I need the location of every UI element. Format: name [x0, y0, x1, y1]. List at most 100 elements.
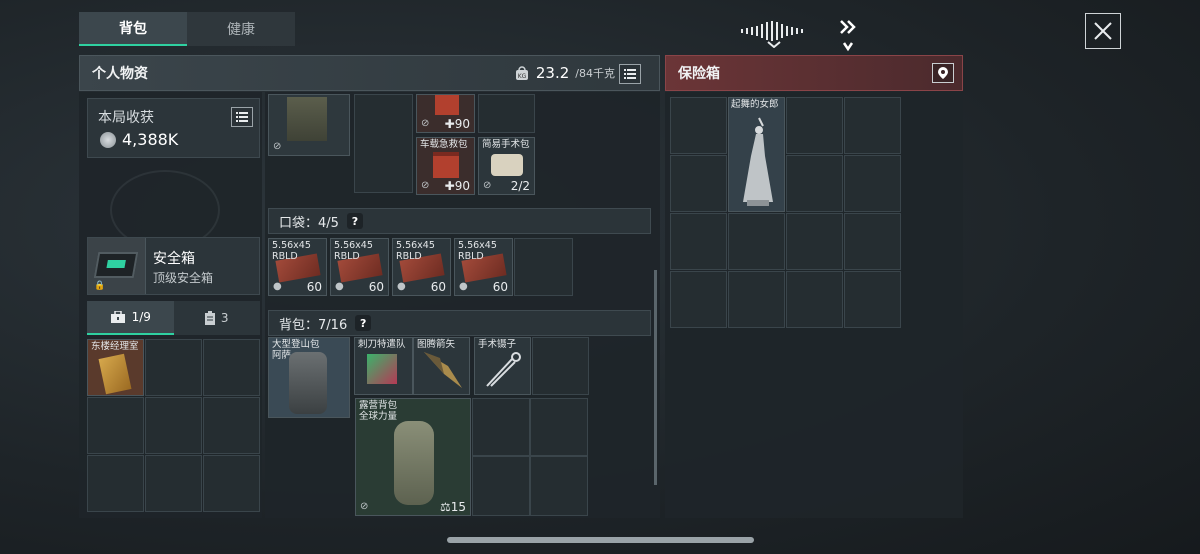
pocket-label: 口袋：	[279, 215, 319, 231]
safe-slot[interactable]	[786, 97, 843, 154]
ammo-label: 5.56x45 RBLD	[396, 240, 435, 262]
surgery-kit-icon	[491, 154, 523, 176]
ammo-item[interactable]: 5.56x45 RBLD ● 60	[268, 238, 327, 296]
keycard-slot[interactable]	[145, 339, 202, 396]
no-insure-icon: ⊘	[421, 180, 430, 191]
safe-slot[interactable]	[786, 213, 843, 270]
keycard-slot[interactable]	[203, 455, 260, 512]
keycard-slot[interactable]	[87, 455, 144, 512]
safebox-subtitle: 顶级安全箱	[153, 271, 214, 285]
backpack-slot-empty[interactable]	[472, 398, 530, 456]
ammo-item[interactable]: 5.56x45 RBLD ● 60	[330, 238, 389, 296]
chest-rig-icon	[287, 97, 327, 141]
backpack-slot-empty[interactable]	[530, 456, 588, 516]
gear-slot-empty[interactable]	[354, 94, 413, 193]
safe-slot[interactable]	[728, 213, 785, 270]
safe-slot[interactable]	[670, 213, 727, 270]
gear-rig-item[interactable]: ⊘	[268, 94, 350, 156]
safe-slot[interactable]	[844, 271, 901, 328]
weight-current: 23.2	[535, 64, 570, 82]
no-insure-icon: ⊘	[421, 118, 430, 129]
earnings-value-row: 4,388K	[100, 130, 178, 149]
keycard-slot[interactable]	[145, 397, 202, 454]
safebox-card[interactable]: 🔒 安全箱 顶级安全箱	[87, 237, 260, 295]
safe-slot[interactable]	[728, 271, 785, 328]
personal-menu-button[interactable]	[619, 64, 641, 84]
keycard-label: 东楼经理室	[91, 341, 139, 352]
ammo-label: 5.56x45 RBLD	[334, 240, 373, 262]
close-button[interactable]	[1085, 13, 1121, 49]
backpack-equipped-item[interactable]: 大型登山包 阿萨	[268, 337, 350, 418]
medkit-item-2[interactable]: 车载急救包 ⊘ ✚90	[416, 137, 475, 195]
tab-health[interactable]: 健康	[187, 12, 295, 46]
bayonet-icon	[367, 354, 397, 384]
earnings-menu-button[interactable]	[231, 107, 253, 127]
safe-slot[interactable]	[670, 271, 727, 328]
safe-slot[interactable]	[786, 271, 843, 328]
medkit-item-1[interactable]: ⊘ ✚90	[416, 94, 475, 133]
medkit-1-count-value: 90	[454, 117, 470, 131]
safe-locate-button[interactable]	[932, 63, 954, 83]
tab-keycards-count: 1/9	[131, 310, 151, 324]
list-icon	[236, 112, 248, 122]
no-insure-icon: ⊘	[483, 180, 492, 191]
scrollbar[interactable]	[654, 270, 657, 485]
dot-icon: ●	[459, 281, 468, 292]
keycard-slot[interactable]	[145, 455, 202, 512]
earnings-card: 本局收获 4,388K	[87, 98, 260, 158]
dancer-statue-label: 起舞的女郎	[731, 99, 779, 110]
dancer-statue-item[interactable]: 起舞的女郎	[728, 97, 785, 212]
safe-slot[interactable]	[786, 155, 843, 212]
dot-icon: ●	[397, 281, 406, 292]
backpack-slot-empty[interactable]	[532, 337, 589, 395]
totem-arrow-item[interactable]: 图腾箭矢	[413, 337, 470, 395]
dot-icon: ●	[273, 281, 282, 292]
car-medkit-icon	[433, 152, 459, 178]
close-icon	[1094, 22, 1112, 40]
toolbox-icon	[110, 311, 125, 323]
safe-slot[interactable]	[844, 155, 901, 212]
backpack-equipped-label: 大型登山包 阿萨	[272, 339, 320, 361]
ammo-count: 60	[368, 280, 384, 294]
surgery-kit-label: 简易手术包	[482, 139, 530, 150]
plus-icon: ✚	[444, 117, 455, 131]
backpack-slot-empty[interactable]	[472, 456, 530, 516]
safe-slot[interactable]	[844, 97, 901, 154]
pocket-slot-empty[interactable]	[514, 238, 573, 296]
ammo-item[interactable]: 5.56x45 RBLD ● 60	[392, 238, 451, 296]
ammo-label: 5.56x45 RBLD	[272, 240, 311, 262]
svg-text:KG: KG	[518, 73, 527, 80]
medkit-2-count: ✚90	[445, 179, 470, 193]
safebox-name: 安全箱	[153, 251, 195, 267]
ammo-item[interactable]: 5.56x45 RBLD ● 60	[454, 238, 513, 296]
totem-arrow-label: 图腾箭矢	[417, 339, 456, 350]
backpack-help-button[interactable]: ?	[355, 315, 372, 331]
pocket-count: 4/5	[318, 215, 339, 231]
tab-keycards[interactable]: 1/9	[87, 301, 174, 335]
personal-header: 个人物资 KG 23.2/84千克	[79, 55, 660, 91]
keycard-slot[interactable]	[203, 339, 260, 396]
coin-icon	[100, 131, 116, 148]
pocket-count-row: 口袋：4/5	[279, 212, 339, 231]
surgery-kit-item[interactable]: 简易手术包 ⊘ 2/2	[478, 137, 535, 195]
tweezers-item[interactable]: 手术镊子	[474, 337, 531, 395]
safe-slot[interactable]	[670, 155, 727, 212]
hiking-backpack-icon	[289, 352, 327, 414]
keycard-slot[interactable]	[203, 397, 260, 454]
keycard-slot[interactable]	[87, 397, 144, 454]
tab-backpack[interactable]: 背包	[79, 12, 187, 46]
bayonet-item[interactable]: 刺刀特遣队	[354, 337, 413, 395]
backpack-slot-empty[interactable]	[530, 398, 588, 456]
safe-slot[interactable]	[844, 213, 901, 270]
plus-icon: ✚	[444, 179, 455, 193]
backpack-count-row: 背包：7/16	[279, 314, 347, 333]
pocket-help-button[interactable]: ?	[346, 213, 363, 229]
keycard-item[interactable]: 东楼经理室	[87, 339, 144, 396]
earnings-title: 本局收获	[98, 110, 154, 126]
gear-slot-empty[interactable]	[478, 94, 535, 133]
lock-icon: 🔒	[94, 281, 106, 291]
weight-max: /84千克	[575, 67, 615, 80]
camping-backpack-item[interactable]: 露营背包 全球力量 ⊘ ⚖15	[355, 398, 471, 516]
safe-slot[interactable]	[670, 97, 727, 154]
tab-documents[interactable]: 3	[174, 301, 261, 335]
